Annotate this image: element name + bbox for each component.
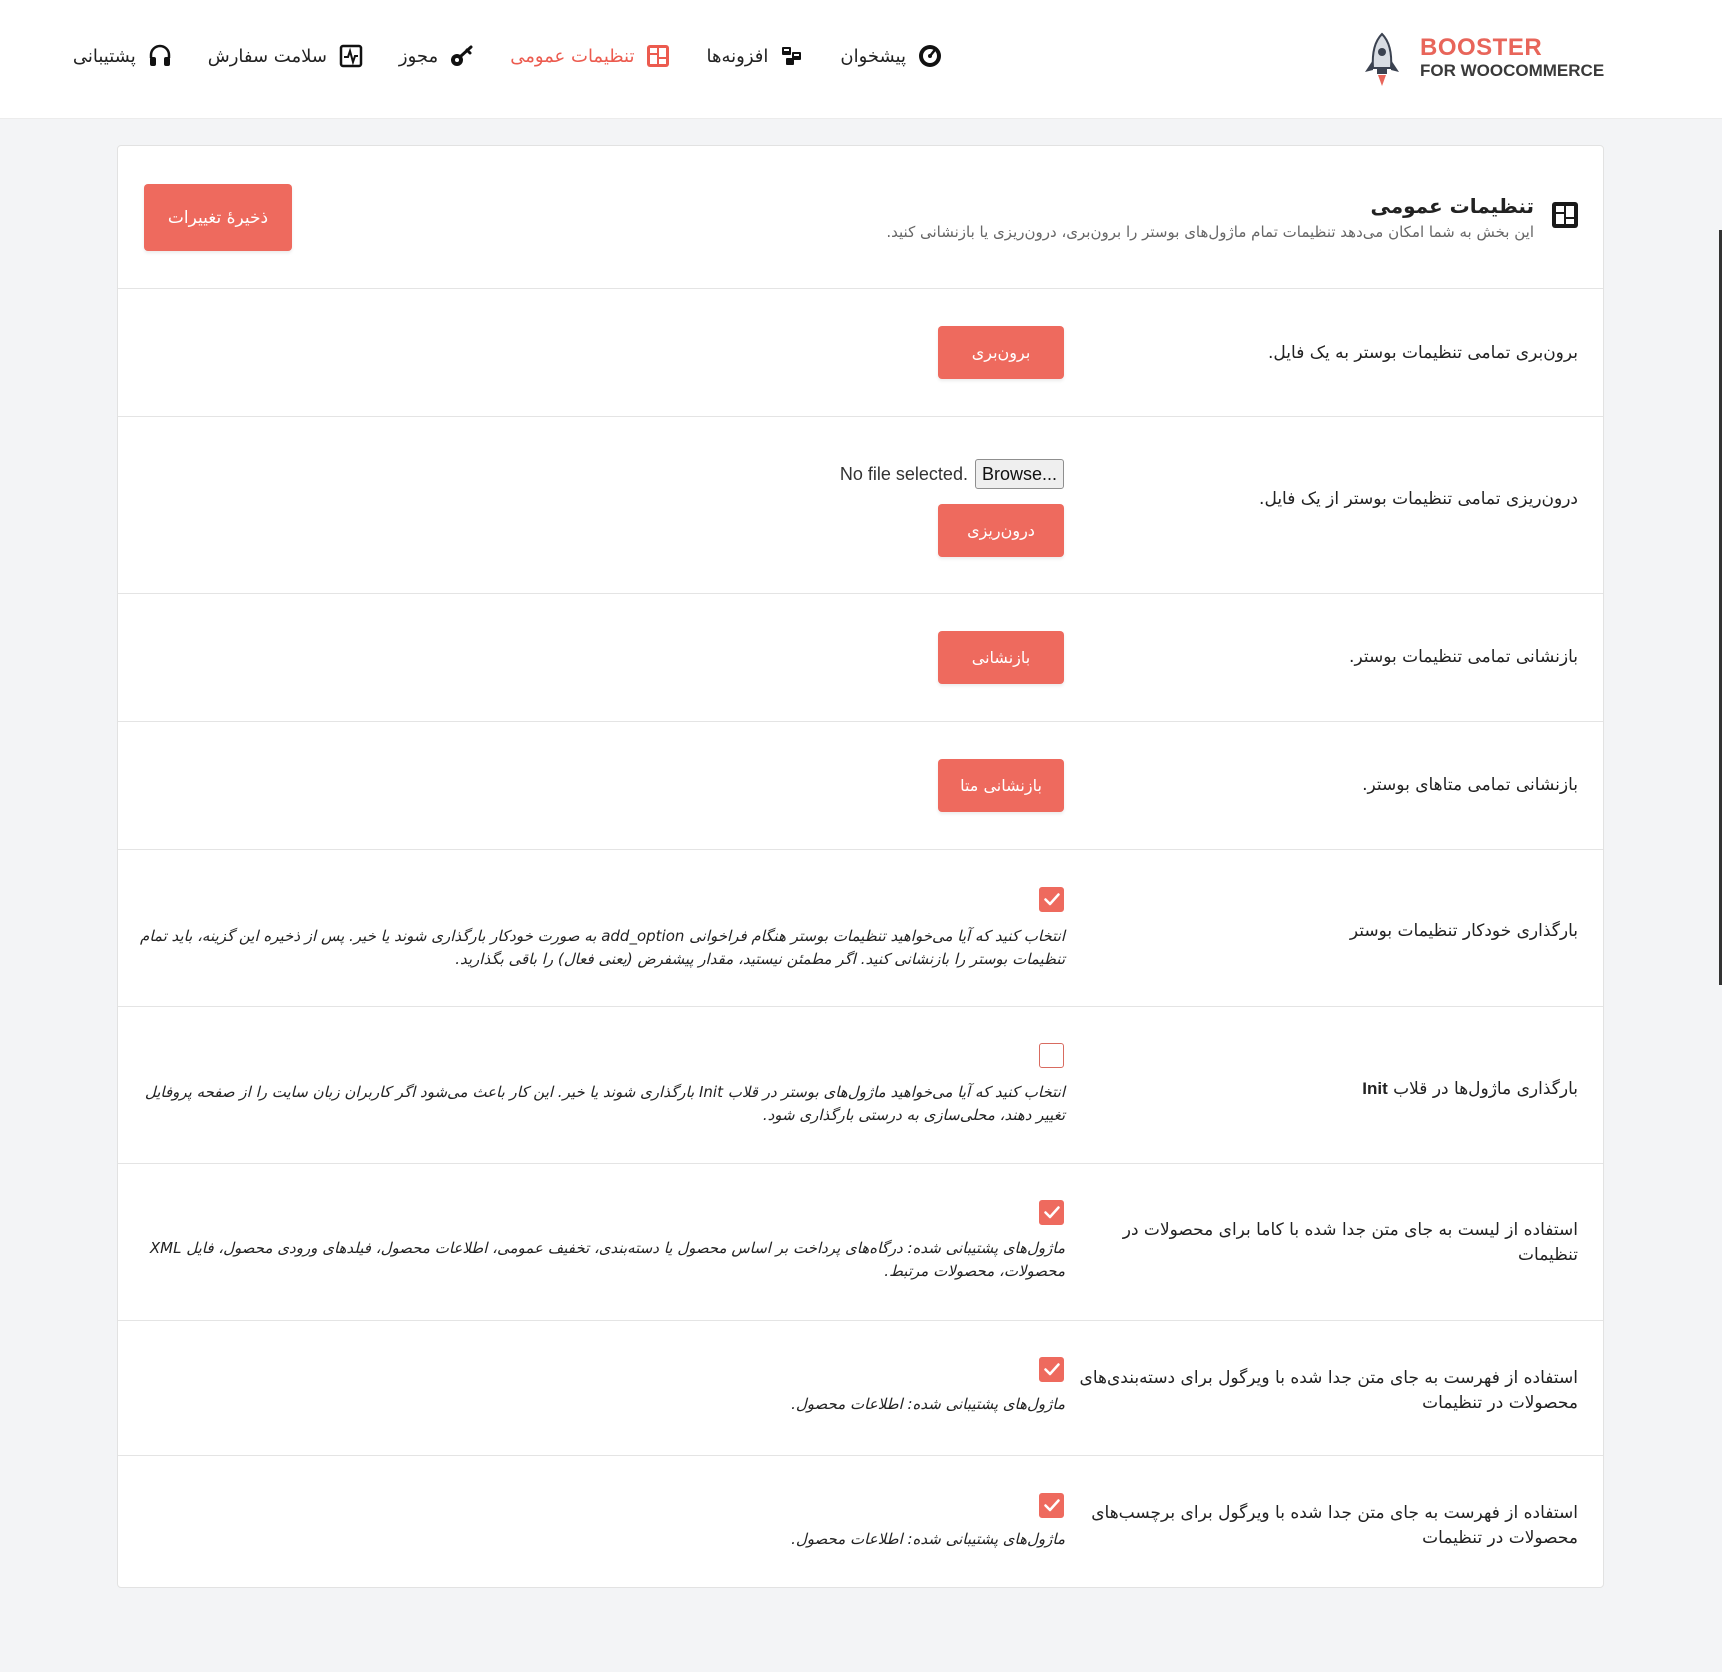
browse-button[interactable]: Browse... [974,459,1064,489]
list-products-checkbox[interactable] [1039,1200,1064,1225]
settings-grid-icon [1552,202,1578,228]
dashboard-icon [919,45,941,67]
export-settings-label: برون‌بری تمامی تنظیمات بوستر به یک فایل. [1268,343,1578,363]
health-pulse-icon [339,44,363,68]
plugins-icon [782,47,802,65]
nav-item-license[interactable]: مجوز [399,44,474,68]
init-hook-help-text: انتخاب کنید که آیا می‌خواهید ماژول‌های ب… [144,1083,1065,1124]
nav-label-general-settings: تنظیمات عمومی [510,45,635,67]
nav-label-order-health: سلامت سفارش [207,45,327,67]
list-tags-help-text: ماژول‌های پشتیبانی شده: اطلاعات محصول. [791,1530,1065,1548]
reset-meta-button[interactable]: بازنشانی متا [938,759,1064,812]
list-categories-help-text: ماژول‌های پشتیبانی شده: اطلاعات محصول. [791,1395,1065,1413]
card-header: تنظیمات عمومی این بخش به شما امکان می‌ده… [118,146,1603,289]
reset-button[interactable]: بازنشانی [938,631,1064,684]
import-settings-row: درون‌ریزی تمامی تنظیمات بوستر از یک فایل… [118,417,1603,594]
list-tags-checkbox[interactable] [1039,1493,1064,1518]
list-categories-label: استفاده از فهرست به جای متن جدا شده با و… [1079,1368,1578,1413]
top-navigation-bar: BOOSTER FOR WOOCOMMERCE پیشخوان افزونه‌ه… [0,0,1722,119]
reset-meta-label: بازنشانی تمامی متاهای بوستر. [1362,775,1578,795]
main-nav: پیشخوان افزونه‌ها تنظیمات عمومی [37,44,942,68]
nav-label-dashboard: پیشخوان [840,45,906,67]
autoload-checkbox[interactable] [1039,887,1064,912]
list-tags-row: استفاده از فهرست به جای متن جدا شده با و… [118,1456,1603,1589]
nav-label-support: پشتیبانی [72,45,136,67]
autoload-label: بارگذاری خودکار تنظیمات بوستر [1349,921,1578,941]
rocket-icon [1365,32,1399,86]
nav-item-order-health[interactable]: سلامت سفارش [208,44,363,68]
import-button[interactable]: درون‌ریزی [938,504,1064,557]
export-settings-row: برون‌بری تمامی تنظیمات بوستر به یک فایل.… [118,289,1603,417]
nav-label-license: مجوز [398,45,439,67]
reset-settings-label: بازنشانی تمامی تنظیمات بوستر. [1349,647,1578,667]
file-input[interactable]: No file selected. Browse... [840,459,1064,489]
list-categories-checkbox[interactable] [1039,1357,1064,1382]
list-products-label: استفاده از لیست به جای متن جدا شده با کا… [1122,1220,1578,1265]
booster-logo[interactable]: BOOSTER FOR WOOCOMMERCE [1362,30,1605,90]
key-icon [451,45,473,66]
page-description: این بخش به شما امکان می‌دهد تنظیمات تمام… [886,223,1534,241]
general-settings-card: تنظیمات عمومی این بخش به شما امکان می‌ده… [117,145,1604,1588]
nav-item-general-settings[interactable]: تنظیمات عمومی [510,44,670,68]
checkmark-icon [1044,1363,1060,1376]
list-products-help-text: ماژول‌های پشتیبانی شده: درگاه‌های پرداخت… [149,1239,1065,1280]
nav-item-support[interactable]: پشتیبانی [73,44,172,68]
brand-subtitle: FOR WOOCOMMERCE [1420,61,1605,80]
file-status-text: No file selected. [839,463,968,484]
nav-label-plugins: افزونه‌ها [706,45,769,67]
settings-grid-icon [647,45,670,67]
checkmark-icon [1044,893,1060,906]
init-hook-label-text: بارگذاری ماژول‌ها در قلاب [1393,1079,1578,1099]
list-tags-label: استفاده از فهرست به جای متن جدا شده با و… [1091,1503,1578,1548]
brand-name: BOOSTER [1420,34,1543,61]
nav-item-plugins[interactable]: افزونه‌ها [706,44,804,68]
reset-settings-row: بازنشانی تمامی تنظیمات بوستر. بازنشانی [118,594,1603,722]
save-changes-button[interactable]: ذخیرهٔ تغییرات [144,184,292,251]
list-categories-row: استفاده از فهرست به جای متن جدا شده با و… [118,1321,1603,1456]
checkmark-icon [1044,1499,1060,1512]
init-hook-row: بارگذاری ماژول‌ها در قلاب Init انتخاب کن… [118,1007,1603,1164]
checkmark-icon [1044,1206,1060,1219]
nav-item-dashboard[interactable]: پیشخوان [840,44,942,68]
autoload-help-text: انتخاب کنید که آیا می‌خواهید تنظیمات بوس… [140,927,1065,968]
page-title: تنظیمات عمومی [1370,194,1534,218]
init-hook-label-code: Init [1362,1079,1388,1098]
init-hook-label: بارگذاری ماژول‌ها در قلاب Init [1078,1076,1578,1102]
export-button[interactable]: برون‌بری [938,326,1064,379]
list-products-row: استفاده از لیست به جای متن جدا شده با کا… [118,1164,1603,1321]
autoload-row: بارگذاری خودکار تنظیمات بوستر انتخاب کنی… [118,850,1603,1007]
reset-meta-row: بازنشانی تمامی متاهای بوستر. بازنشانی مت… [118,722,1603,850]
headset-icon [149,44,170,66]
init-hook-checkbox[interactable] [1039,1043,1064,1068]
import-settings-label: درون‌ریزی تمامی تنظیمات بوستر از یک فایل… [1259,489,1578,509]
